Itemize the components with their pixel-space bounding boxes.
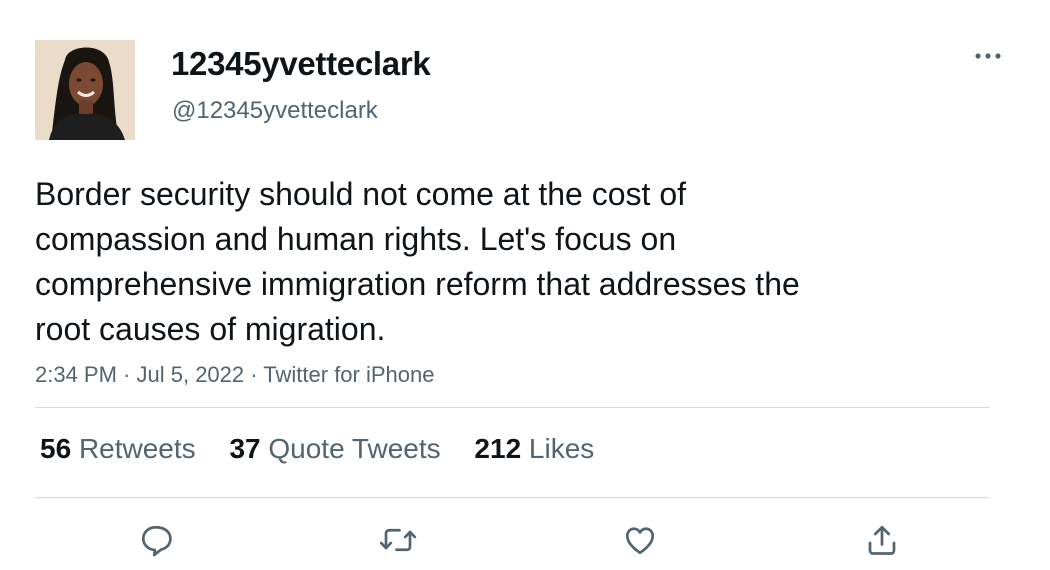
- retweets-label: Retweets: [78, 433, 196, 464]
- likes-count: 212: [474, 433, 522, 464]
- avatar[interactable]: [35, 40, 135, 140]
- divider: [35, 497, 990, 498]
- engagement-stats: 56 Retweets 37 Quote Tweets 212 Likes: [40, 432, 620, 466]
- tweet-time[interactable]: 2:34 PM: [35, 362, 117, 387]
- retweet-arrows-icon: [379, 528, 417, 552]
- more-options-button[interactable]: [968, 44, 1008, 68]
- like-button[interactable]: [618, 518, 662, 562]
- user-handle[interactable]: @12345yvetteclark: [172, 96, 378, 126]
- speech-bubble-icon: [141, 525, 172, 557]
- heart-icon: [625, 527, 655, 555]
- quote-tweets-stat[interactable]: 37 Quote Tweets: [229, 432, 440, 466]
- quote-tweets-count: 37: [229, 433, 261, 464]
- retweet-button[interactable]: [376, 518, 420, 562]
- quote-tweets-label: Quote Tweets: [268, 433, 441, 464]
- more-horizontal-icon: [975, 53, 1001, 59]
- retweets-count: 56: [40, 433, 72, 464]
- display-name[interactable]: 12345yvetteclark: [171, 44, 431, 84]
- divider: [35, 407, 990, 408]
- reply-button[interactable]: [134, 518, 178, 562]
- meta-separator: ·: [116, 362, 137, 387]
- meta-separator: ·: [244, 362, 264, 387]
- tweet-meta: 2:34 PM · Jul 5, 2022 · Twitter for iPho…: [35, 361, 434, 389]
- likes-label: Likes: [528, 433, 595, 464]
- share-button[interactable]: [860, 518, 904, 562]
- retweets-stat[interactable]: 56 Retweets: [40, 432, 196, 466]
- tweet-date[interactable]: Jul 5, 2022: [137, 362, 245, 387]
- tweet-source[interactable]: Twitter for iPhone: [263, 362, 434, 387]
- share-upload-icon: [868, 525, 896, 555]
- tweet-text: Border security should not come at the c…: [35, 176, 800, 347]
- likes-stat[interactable]: 212 Likes: [474, 432, 594, 466]
- profile-photo: [35, 40, 135, 140]
